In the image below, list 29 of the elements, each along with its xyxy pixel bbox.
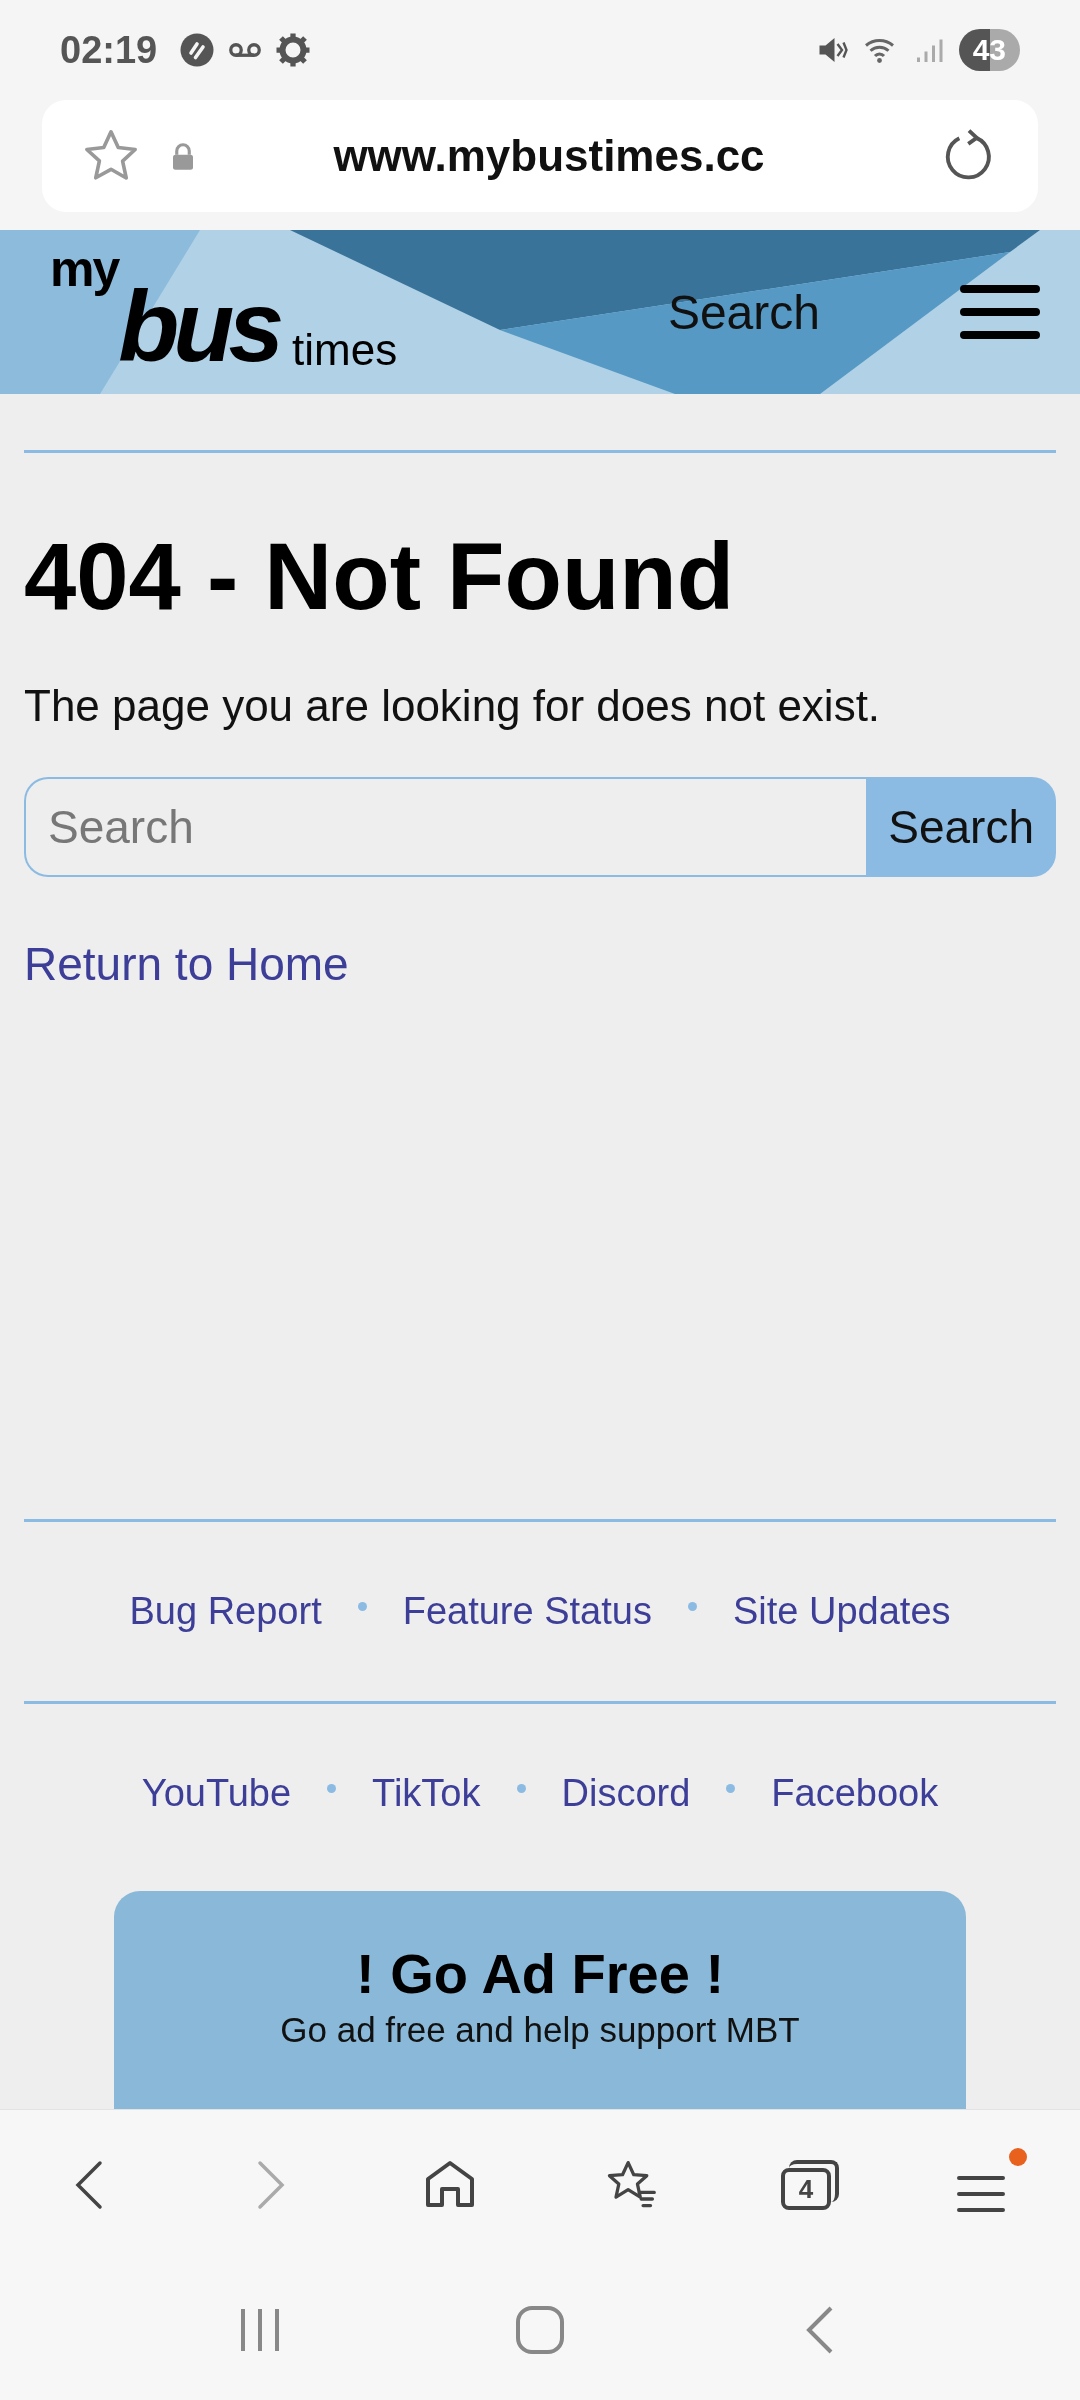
separator-dot: [516, 1784, 526, 1793]
search-button[interactable]: Search: [866, 777, 1056, 877]
social-link[interactable]: TikTok: [372, 1772, 481, 1815]
footer-link[interactable]: Site Updates: [732, 1590, 951, 1633]
footer-link[interactable]: Bug Report: [129, 1590, 322, 1633]
error-message: The page you are looking for does not exist.: [24, 681, 882, 731]
battery-level: 43: [958, 29, 1020, 71]
address-bar[interactable]: www.mybustimes.cc: [42, 100, 1038, 212]
url-text: www.mybustimes.cc: [332, 131, 766, 181]
separator-dot: [327, 1784, 337, 1793]
social-link[interactable]: Facebook: [771, 1772, 939, 1815]
menu-icon[interactable]: [960, 282, 1040, 342]
app-icon: [179, 32, 216, 68]
status-time: 02:19: [60, 28, 158, 72]
home-link[interactable]: Return to Home: [24, 937, 1056, 991]
separator-dot: [726, 1784, 736, 1793]
social-link[interactable]: Discord: [561, 1772, 691, 1815]
page-title: 404 - Not Found: [24, 523, 736, 631]
separator-dot: [357, 1602, 367, 1611]
search-link[interactable]: Search: [667, 284, 820, 340]
separator-dot: [687, 1602, 697, 1611]
search-input[interactable]: Search: [26, 779, 867, 875]
promo-subtitle: Go ad free and help support MBT: [279, 2010, 801, 2050]
promo-title: ! Go Ad Free !: [354, 1941, 726, 2006]
promo-card[interactable]: ! Go Ad Free ! Go ad free and help support MBT: [114, 1891, 966, 2110]
home-button-icon[interactable]: [515, 2305, 565, 2355]
gear-icon: [275, 32, 312, 68]
footer-link[interactable]: Feature Status: [402, 1590, 652, 1633]
social-link[interactable]: YouTube: [141, 1772, 292, 1815]
